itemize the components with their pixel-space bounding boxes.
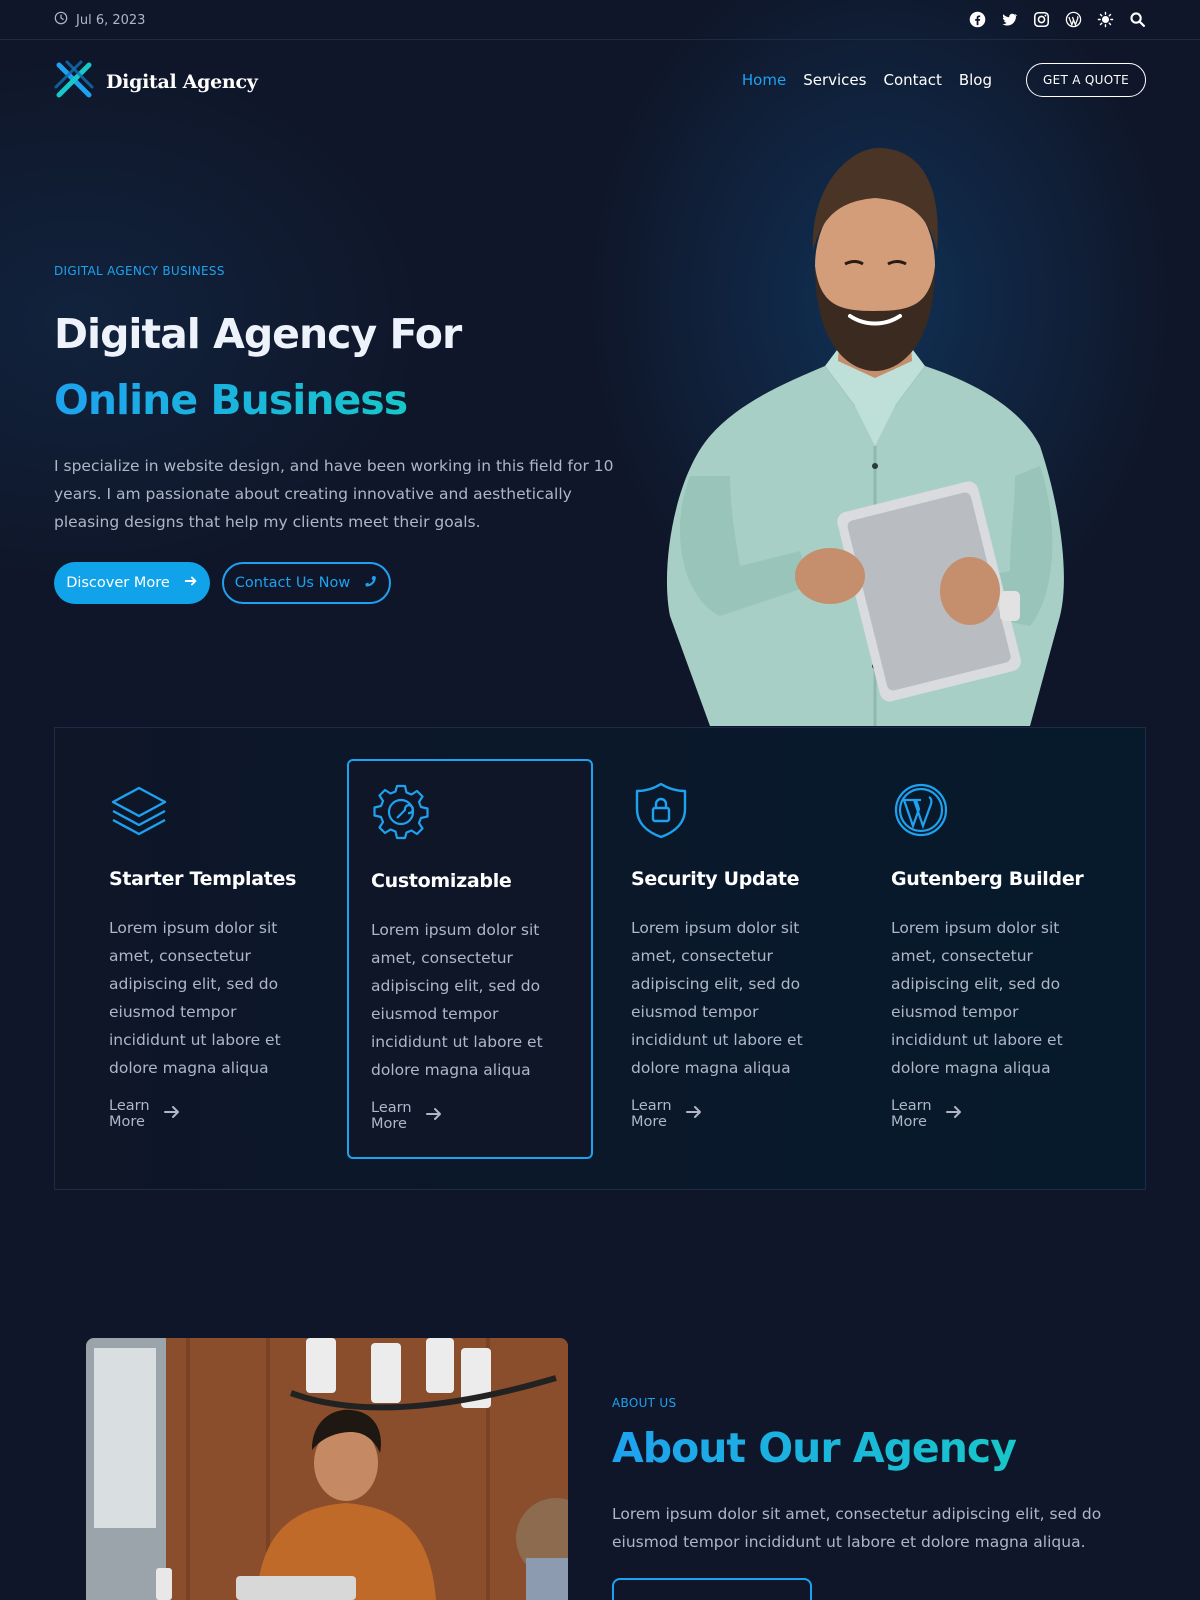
nav-services[interactable]: Services bbox=[803, 71, 866, 89]
nav-blog[interactable]: Blog bbox=[959, 71, 992, 89]
hero-person-image bbox=[650, 146, 1080, 726]
about-eyebrow: ABOUT US bbox=[612, 1396, 677, 1410]
social-links bbox=[968, 10, 1146, 28]
layers-icon bbox=[109, 780, 169, 840]
hero-eyebrow: DIGITAL AGENCY BUSINESS bbox=[54, 264, 225, 278]
contact-us-label: Contact Us Now bbox=[234, 575, 351, 591]
about-description: Lorem ipsum dolor sit amet, consectetur … bbox=[612, 1505, 1102, 1551]
nav-home[interactable]: Home bbox=[742, 71, 786, 89]
arrow-right-icon bbox=[685, 1105, 702, 1123]
hero-description: I specialize in website design, and have… bbox=[54, 457, 614, 531]
feature-text: Lorem ipsum dolor sit amet, consectetur … bbox=[371, 921, 543, 1079]
get-a-quote-button[interactable]: GET A QUOTE bbox=[1026, 63, 1146, 97]
site-logo[interactable]: Digital Agency bbox=[54, 60, 258, 104]
feature-title: Customizable bbox=[371, 870, 512, 892]
phone-icon bbox=[364, 574, 378, 592]
learn-more-label: Learn More bbox=[891, 1098, 932, 1130]
arrow-right-icon bbox=[184, 574, 198, 592]
learn-more-label: Learn More bbox=[109, 1098, 150, 1130]
feature-text: Lorem ipsum dolor sit amet, consectetur … bbox=[631, 919, 803, 1077]
wordpress-icon bbox=[891, 780, 951, 840]
top-bar: Jul 6, 2023 bbox=[0, 0, 1200, 40]
feature-title: Security Update bbox=[631, 868, 800, 890]
post-date: Jul 6, 2023 bbox=[54, 11, 145, 29]
main-nav: Home Services Contact Blog bbox=[742, 71, 992, 89]
gear-icon bbox=[371, 782, 431, 842]
hero-title-line2: Online Business bbox=[54, 376, 408, 424]
wordpress-icon[interactable] bbox=[1064, 10, 1082, 28]
nav-contact[interactable]: Contact bbox=[883, 71, 941, 89]
logo-mark-icon bbox=[54, 60, 94, 104]
about-title: About Our Agency bbox=[612, 1424, 1017, 1472]
page: Jul 6, 2023 Digital Agency Home Services… bbox=[0, 0, 1200, 1600]
feature-text: Lorem ipsum dolor sit amet, consectetur … bbox=[109, 919, 281, 1077]
date-text: Jul 6, 2023 bbox=[76, 12, 146, 28]
feature-title: Starter Templates bbox=[109, 868, 297, 890]
search-icon[interactable] bbox=[1128, 10, 1146, 28]
discover-more-button[interactable]: Discover More bbox=[54, 562, 210, 604]
learn-more-label: Learn More bbox=[371, 1100, 412, 1132]
feature-title: Gutenberg Builder bbox=[891, 868, 1084, 890]
learn-more-link[interactable]: Learn More bbox=[631, 1098, 702, 1130]
contact-us-button[interactable]: Contact Us Now bbox=[222, 562, 391, 604]
arrow-right-icon bbox=[945, 1105, 962, 1123]
about-cta-button[interactable] bbox=[612, 1578, 812, 1600]
instagram-icon[interactable] bbox=[1032, 10, 1050, 28]
learn-more-link[interactable]: Learn More bbox=[891, 1098, 962, 1130]
clock-icon bbox=[54, 11, 68, 29]
twitter-icon[interactable] bbox=[1000, 10, 1018, 28]
arrow-right-icon bbox=[163, 1105, 180, 1123]
learn-more-label: Learn More bbox=[631, 1098, 672, 1130]
facebook-icon[interactable] bbox=[968, 10, 986, 28]
features-section: Starter Templates Lorem ipsum dolor sit … bbox=[54, 727, 1146, 1190]
theme-toggle-icon[interactable] bbox=[1096, 10, 1114, 28]
discover-more-label: Discover More bbox=[66, 575, 170, 591]
logo-text: Digital Agency bbox=[106, 71, 258, 93]
about-team-photo bbox=[86, 1338, 568, 1600]
learn-more-link[interactable]: Learn More bbox=[371, 1100, 442, 1132]
arrow-right-icon bbox=[425, 1107, 442, 1125]
learn-more-link[interactable]: Learn More bbox=[109, 1098, 180, 1130]
hero-title-line1: Digital Agency For bbox=[54, 310, 462, 358]
shield-lock-icon bbox=[631, 780, 691, 840]
feature-text: Lorem ipsum dolor sit amet, consectetur … bbox=[891, 919, 1063, 1077]
